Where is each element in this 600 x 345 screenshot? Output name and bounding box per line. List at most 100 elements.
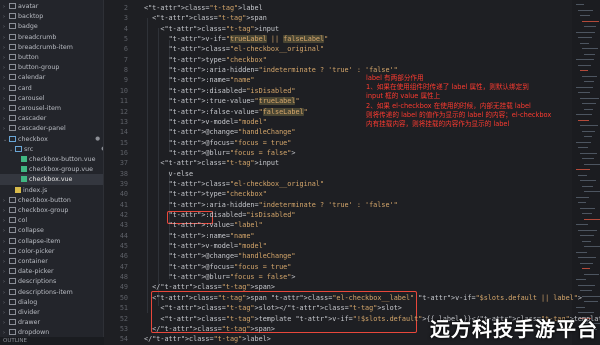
- line-number: 38: [119, 169, 128, 178]
- file-tree-label: breadcrumb: [18, 33, 57, 41]
- line-number: 46: [119, 252, 128, 261]
- code-line[interactable]: "t-attr">@change="handleChange": [144, 127, 296, 137]
- code-line[interactable]: </"t-attr">class="t-tag">label>: [144, 334, 271, 344]
- code-line[interactable]: "t-attr">:disabled="isDisabled": [144, 210, 296, 220]
- outline-panel-label[interactable]: OUTLINE: [0, 337, 106, 345]
- file-tree-label: breadcrumb-item: [18, 43, 73, 51]
- annotation-line: input 框的 value 属性上: [366, 92, 441, 101]
- file-tree-label: button-group: [18, 64, 60, 72]
- folder-icon: [9, 329, 16, 336]
- annotation-note: label 有两部分作用 1、如果在使用组件时传递了 label 属性，则默认绑定…: [366, 74, 594, 129]
- file-tree-label: dropdown: [18, 329, 50, 337]
- line-number: 2: [123, 4, 128, 12]
- code-line[interactable]: "t-attr">@focus="focus = true": [144, 262, 292, 272]
- folder-icon: [9, 64, 16, 71]
- file-tree-label: checkbox-button: [18, 196, 71, 204]
- code-line[interactable]: "t-attr">type="checkbox": [144, 189, 267, 199]
- folder-icon: [9, 237, 16, 244]
- code-line[interactable]: "t-attr">v-model="model": [144, 117, 267, 127]
- line-number: 37: [119, 159, 128, 168]
- code-line[interactable]: "t-attr">@blur="focus = false">: [144, 148, 296, 158]
- file-tree-label: carousel: [18, 94, 45, 102]
- folder-icon: [9, 105, 16, 111]
- file-tree-label: carousel-item: [18, 105, 62, 112]
- code-line[interactable]: "t-attr">:name="name": [144, 231, 255, 241]
- minimap-line: [580, 207, 595, 209]
- folder-open-icon: [9, 135, 16, 142]
- annotation-line: 则将传递的 label 的值作为显示的 label 的内容；el-checkbo…: [366, 110, 552, 119]
- folder-icon: [9, 196, 16, 203]
- file-tree-label: src: [24, 145, 34, 153]
- minimap-line: [576, 169, 590, 171]
- line-number: 6: [123, 45, 128, 54]
- code-line[interactable]: v-else: [144, 169, 194, 179]
- code-line[interactable]: "t-attr">:disabled="isDisabled": [144, 86, 296, 96]
- file-tree-label: container: [18, 258, 48, 265]
- folder-open-icon: [15, 145, 22, 152]
- code-line[interactable]: "t-attr">@focus="focus = true": [144, 138, 292, 148]
- code-line[interactable]: <"t-attr">class="t-tag">label: [144, 3, 263, 13]
- folder-icon: [9, 298, 16, 305]
- minimap-line: [584, 273, 599, 275]
- minimap-line: [576, 59, 594, 61]
- minimap-line: [580, 42, 589, 44]
- file-tree-label: color-picker: [18, 247, 55, 255]
- line-number: 48: [119, 273, 128, 282]
- vue-file-icon: [21, 156, 27, 162]
- code-line[interactable]: </"t-attr">class="t-tag">span>: [144, 324, 275, 334]
- file-tree-label: calendar: [18, 74, 46, 82]
- code-line[interactable]: <"t-attr">class="t-tag">span "t-attr">cl…: [144, 293, 582, 303]
- code-line[interactable]: "t-attr">@blur="focus = false">: [144, 272, 296, 282]
- file-tree-label: drawer: [18, 319, 41, 327]
- line-number: 13: [119, 117, 128, 126]
- line-number: 51: [119, 304, 128, 313]
- code-line[interactable]: <"t-attr">class="t-tag">input: [144, 158, 279, 168]
- line-number: 5: [123, 35, 128, 44]
- line-number: 45: [119, 242, 128, 251]
- code-line[interactable]: "t-attr">:value="label": [144, 220, 263, 230]
- code-editor[interactable]: 2 <"t-attr">class="t-tag">label 3 <"t-attr…: [104, 0, 600, 345]
- code-line[interactable]: "t-attr">:false-value="falseLabel": [144, 107, 308, 117]
- annotation-line: 2、如果 el-checkbox 在使用的时候，内部无挂载 label: [366, 101, 531, 110]
- code-line[interactable]: "t-attr">class="el-checkbox__original": [144, 179, 325, 189]
- line-number: 47: [119, 262, 128, 271]
- code-line[interactable]: <"t-attr">class="t-tag">input: [144, 24, 279, 34]
- code-line[interactable]: "t-attr">class="el-checkbox__original": [144, 44, 325, 54]
- code-line[interactable]: "t-attr">:true-value="trueLabel": [144, 96, 300, 106]
- minimap-line: [582, 240, 591, 242]
- line-number: 4: [123, 24, 128, 33]
- code-line[interactable]: </"t-attr">class="t-tag">span>: [144, 282, 275, 292]
- code-line[interactable]: "t-attr">v-model="model": [144, 241, 267, 251]
- minimap-line: [576, 196, 589, 198]
- minimap-line: [580, 70, 588, 72]
- code-line[interactable]: <"t-attr">class="t-tag">span: [144, 13, 267, 23]
- line-number: 41: [119, 200, 128, 209]
- minimap-line: [576, 141, 591, 143]
- minimap-line: [576, 31, 595, 33]
- line-number: 16: [119, 148, 128, 157]
- code-line[interactable]: "t-attr">@change="handleChange": [144, 251, 296, 261]
- code-line[interactable]: "t-attr">:aria-hidden="indeterminate ? '…: [144, 200, 398, 210]
- folder-icon: [9, 74, 16, 81]
- minimap-line: [582, 158, 594, 160]
- folder-icon: [9, 23, 16, 30]
- minimap-line: [582, 295, 600, 297]
- file-tree-label: backtop: [18, 13, 44, 21]
- folder-icon: [9, 13, 16, 20]
- folder-icon: [9, 54, 16, 60]
- code-line[interactable]: <"t-attr">class="t-tag">slot></"t-attr">…: [144, 303, 402, 313]
- code-line[interactable]: "t-attr">:name="name": [144, 75, 255, 85]
- file-explorer-sidebar: › avatar › backtop › badge › breadcrumb › breadcr…: [0, 0, 104, 345]
- code-line[interactable]: "t-attr">:aria-hidden="indeterminate ? '…: [144, 65, 398, 75]
- line-number: 44: [119, 231, 128, 240]
- minimap-line: [580, 262, 593, 264]
- minimap-line: [578, 37, 592, 39]
- folder-icon: [9, 319, 16, 326]
- minimap-line: [578, 202, 586, 204]
- file-tree-label: checkbox-group.vue: [29, 166, 93, 174]
- code-line[interactable]: "t-attr">type="checkbox": [144, 55, 267, 65]
- folder-icon: [9, 94, 16, 101]
- minimap-line: [580, 180, 596, 182]
- code-line[interactable]: "t-attr">v-if="trueLabel || falseLabel": [144, 34, 328, 44]
- minimap-line: [582, 213, 592, 215]
